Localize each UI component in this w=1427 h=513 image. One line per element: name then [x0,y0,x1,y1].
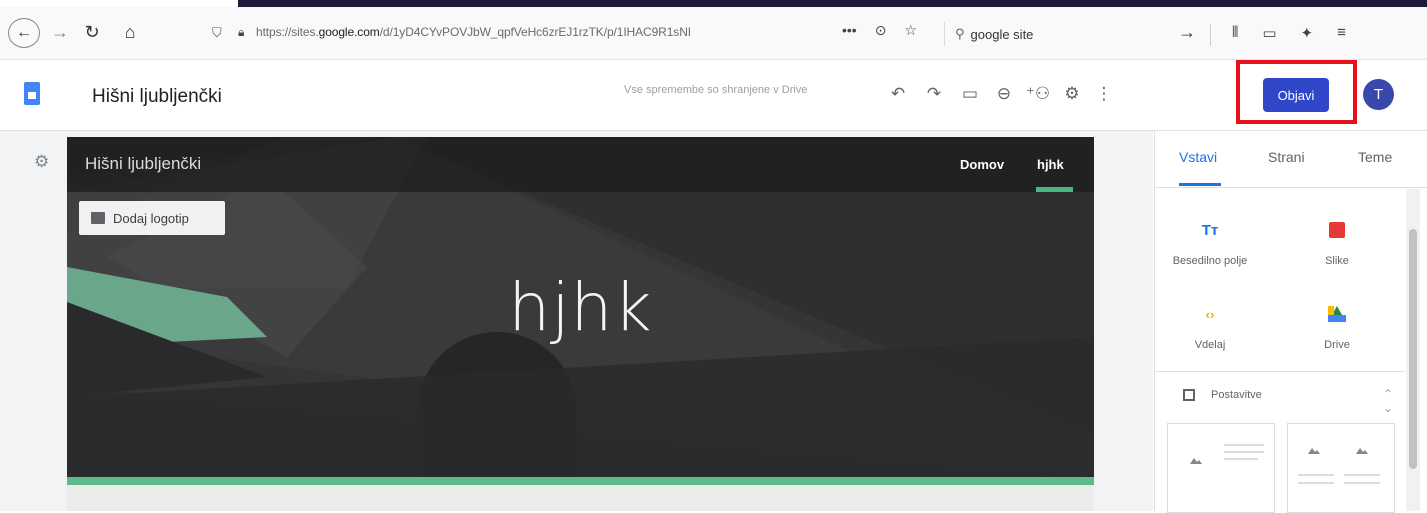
page-settings-gear-icon[interactable]: ⚙ [34,152,49,172]
lock-icon[interactable]: 🔒︎ [238,25,250,39]
nav-link-hjhk[interactable]: hjhk [1037,157,1064,172]
tab-strani[interactable]: Strani [1268,149,1305,165]
forward-button[interactable]: → [48,17,72,47]
browser-toolbar: ← → ↻ ⌂ ⛉ 🔒︎ https://sites.google.com/d/… [0,7,1427,60]
text-placeholder [1298,482,1334,484]
page-actions-icon[interactable]: ••• [842,22,857,39]
hero-title[interactable]: hjhk [67,269,1094,346]
bookmark-star-icon[interactable]: ☆ [904,22,917,39]
save-status: Vse spremembe so shranjene v Drive [624,84,808,96]
text-placeholder [1224,458,1258,460]
image-placeholder-icon [1308,446,1320,454]
text-placeholder [1224,444,1264,446]
scrollbar-thumb[interactable] [1409,229,1417,469]
insert-embed-label: Vdelaj [1194,339,1226,351]
link-icon[interactable]: ⊖ [992,82,1016,106]
add-logo-label: Dodaj logotip [113,210,189,226]
panel-scrollbar[interactable] [1406,189,1420,511]
tab-teme[interactable]: Teme [1358,149,1392,165]
url-path: /d/1yD4CYvPOVJbW_qpfVeHc6zrEJ1rzTK/p/1IH… [379,25,692,39]
nav-link-domov[interactable]: Domov [960,157,1004,172]
text-box-icon-glyph: Tт [1201,221,1219,239]
active-nav-indicator [1036,187,1073,192]
image-placeholder-icon [1190,456,1202,464]
home-button[interactable]: ⌂ [116,17,144,47]
text-placeholder [1298,474,1334,476]
insert-drive-label: Drive [1324,339,1350,351]
address-bar[interactable]: ⛉ 🔒︎ https://sites.google.com/d/1yD4CYvP… [212,16,906,48]
right-panel: Vstavi Strani Teme Tт Besedilno polje Sl… [1154,131,1427,513]
collapse-chevron-icon[interactable]: ⌃ ⌄ [1383,387,1393,415]
header-accent-strip [67,477,1094,485]
active-tab-indicator [1179,183,1221,186]
layout-option-1[interactable] [1167,423,1275,513]
sites-app-bar: Hišni ljubljenčki Vse spremembe so shran… [0,60,1427,131]
insert-images[interactable]: Slike [1282,219,1392,267]
redo-icon[interactable]: ↷ [922,82,946,106]
url-domain: google.com [318,25,380,39]
insert-embed[interactable]: ‹› Vdelaj [1155,303,1265,352]
more-options-icon[interactable]: ⋮ [1092,82,1116,106]
site-navigation-bar: Hišni ljubljenčki Domov hjhk [67,137,1094,192]
search-icon: ⚲ [955,26,965,41]
url-text[interactable]: https://sites.google.com/d/1yD4CYvPOVJbW… [256,25,856,39]
insert-textbox-label: Besedilno polje [1172,255,1248,267]
library-icon[interactable]: ⫴ [1232,24,1238,42]
layouts-icon [1183,389,1195,401]
url-actions: ••• ⊙ ☆ [842,22,917,39]
toolbar-divider [1210,24,1211,46]
avatar[interactable]: T [1363,79,1394,110]
undo-icon[interactable]: ↶ [886,82,910,106]
browser-tab-strip [238,0,1427,7]
tracking-shield-icon[interactable]: ⛉ [212,25,226,40]
search-go-icon[interactable]: → [1178,22,1196,43]
sidebar-icon[interactable]: ▭ [1262,24,1276,42]
section-divider [1155,371,1405,372]
search-value: google site [970,26,1034,42]
site-title[interactable]: Hišni ljubljenčki [92,86,222,108]
text-placeholder [1344,482,1380,484]
share-icon[interactable]: ⁺⚇ [1026,82,1050,106]
browser-right-icons: ⫴ ▭ ✦ ≡ [1232,24,1346,42]
text-box-icon: Tт [1155,219,1265,241]
add-logo-button[interactable]: Dodaj logotip [79,201,225,235]
insert-textbox[interactable]: Tт Besedilno polje [1155,219,1265,268]
back-button[interactable]: ← [8,18,40,48]
url-prefix: https://sites. [256,25,319,39]
panel-divider [1155,187,1427,188]
menu-icon[interactable]: ≡ [1337,24,1346,42]
embed-icon-glyph: ‹› [1205,306,1215,322]
text-placeholder [1224,451,1264,453]
reload-button[interactable]: ↻ [80,17,104,47]
search-input[interactable]: ⚲ google site [944,22,1177,46]
image-placeholder-icon [1356,446,1368,454]
drive-icon [1282,303,1392,325]
image-icon [91,212,105,224]
page-content-area[interactable] [67,485,1094,511]
embed-icon: ‹› [1155,303,1265,325]
text-placeholder [1344,474,1380,476]
layouts-section-header[interactable]: Postavitve [1183,389,1262,401]
tab-vstavi[interactable]: Vstavi [1179,149,1217,165]
pocket-icon[interactable]: ⊙ [875,22,887,39]
insert-drive[interactable]: Drive [1282,303,1392,351]
publish-button[interactable]: Objavi [1263,78,1329,112]
extension-icon[interactable]: ✦ [1301,24,1314,42]
site-preview[interactable]: Hišni ljubljenčki Domov hjhk Dodaj logot… [67,137,1094,511]
layouts-label: Postavitve [1211,389,1262,401]
layout-option-2[interactable] [1287,423,1395,513]
images-icon [1282,219,1392,241]
google-sites-logo-icon[interactable] [24,82,40,105]
preview-icon[interactable]: ▭ [958,82,982,106]
insert-images-label: Slike [1325,255,1349,267]
site-name[interactable]: Hišni ljubljenčki [85,154,201,174]
settings-gear-icon[interactable]: ⚙ [1060,82,1084,106]
